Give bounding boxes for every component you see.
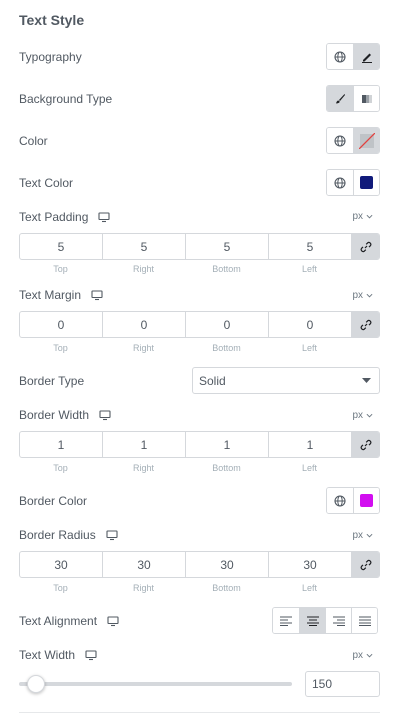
- brush-icon[interactable]: [327, 86, 353, 111]
- padding-top-input[interactable]: 5: [20, 234, 103, 259]
- color-controls: [326, 127, 380, 154]
- align-right-icon[interactable]: [325, 608, 351, 633]
- radius-left-input[interactable]: 30: [269, 552, 352, 577]
- text-width-unit[interactable]: px: [352, 650, 373, 661]
- text-width-slider[interactable]: [19, 682, 292, 686]
- text-width-label: Text Width: [19, 646, 97, 664]
- background-type-controls: [326, 85, 380, 112]
- link-icon[interactable]: [352, 234, 379, 259]
- border-color-label: Border Color: [19, 494, 88, 508]
- chevron-down-icon: [366, 413, 373, 418]
- border-width-right-input[interactable]: 1: [103, 432, 186, 457]
- radius-right-input[interactable]: 30: [103, 552, 186, 577]
- globe-icon[interactable]: [327, 128, 353, 153]
- globe-icon[interactable]: [327, 488, 353, 513]
- border-width-label: Border Width: [19, 406, 111, 424]
- radius-bottom-input[interactable]: 30: [186, 552, 269, 577]
- border-type-label: Border Type: [19, 374, 85, 388]
- desktop-icon[interactable]: [85, 649, 97, 661]
- padding-bottom-input[interactable]: 5: [186, 234, 269, 259]
- border-width-captions: Top Right Bottom Left: [53, 463, 317, 473]
- pencil-icon[interactable]: [353, 44, 379, 69]
- link-icon[interactable]: [352, 312, 379, 337]
- align-center-icon[interactable]: [299, 608, 325, 633]
- border-color-picker[interactable]: [353, 488, 379, 513]
- text-margin-unit[interactable]: px: [352, 290, 373, 301]
- text-color-label: Text Color: [19, 176, 74, 190]
- desktop-icon[interactable]: [99, 409, 111, 421]
- background-type-label: Background Type: [19, 92, 113, 106]
- border-width-top-input[interactable]: 1: [20, 432, 103, 457]
- border-width-bottom-input[interactable]: 1: [186, 432, 269, 457]
- align-justify-icon[interactable]: [351, 608, 377, 633]
- typography-controls: [326, 43, 380, 70]
- align-left-icon[interactable]: [273, 608, 299, 633]
- border-radius-unit[interactable]: px: [352, 530, 373, 541]
- text-padding-inputs: 5 5 5 5: [19, 233, 380, 260]
- text-padding-captions: Top Right Bottom Left: [53, 264, 317, 274]
- text-width-input[interactable]: 150: [305, 671, 380, 697]
- typography-label: Typography: [19, 50, 82, 64]
- radius-top-input[interactable]: 30: [20, 552, 103, 577]
- text-color-controls: [326, 169, 380, 196]
- section-divider: [19, 712, 380, 713]
- chevron-down-icon: [366, 214, 373, 219]
- globe-icon[interactable]: [327, 44, 353, 69]
- border-radius-inputs: 30 30 30 30: [19, 551, 380, 578]
- desktop-icon[interactable]: [91, 289, 103, 301]
- color-label: Color: [19, 134, 48, 148]
- chevron-down-icon: [366, 653, 373, 658]
- margin-left-input[interactable]: 0: [269, 312, 352, 337]
- margin-bottom-input[interactable]: 0: [186, 312, 269, 337]
- border-width-inputs: 1 1 1 1: [19, 431, 380, 458]
- padding-right-input[interactable]: 5: [103, 234, 186, 259]
- text-margin-label: Text Margin: [19, 286, 103, 304]
- link-icon[interactable]: [352, 432, 379, 457]
- border-radius-label: Border Radius: [19, 526, 118, 544]
- text-color-picker[interactable]: [353, 170, 379, 195]
- gradient-icon[interactable]: [353, 86, 379, 111]
- border-type-select[interactable]: Solid: [192, 367, 380, 394]
- border-width-unit[interactable]: px: [352, 410, 373, 421]
- border-color-controls: [326, 487, 380, 514]
- text-padding-label: Text Padding: [19, 208, 110, 226]
- text-margin-captions: Top Right Bottom Left: [53, 343, 317, 353]
- color-picker-empty-swatch[interactable]: [353, 128, 379, 153]
- text-color-swatch: [360, 176, 373, 189]
- desktop-icon[interactable]: [107, 615, 119, 627]
- desktop-icon[interactable]: [98, 211, 110, 223]
- link-icon[interactable]: [352, 552, 379, 577]
- border-radius-captions: Top Right Bottom Left: [53, 583, 317, 593]
- caret-down-icon: [362, 378, 371, 383]
- globe-icon[interactable]: [327, 170, 353, 195]
- text-padding-unit[interactable]: px: [352, 211, 373, 222]
- chevron-down-icon: [366, 533, 373, 538]
- chevron-down-icon: [366, 293, 373, 298]
- desktop-icon[interactable]: [106, 529, 118, 541]
- margin-top-input[interactable]: 0: [20, 312, 103, 337]
- border-width-left-input[interactable]: 1: [269, 432, 352, 457]
- section-title: Text Style: [19, 12, 85, 28]
- margin-right-input[interactable]: 0: [103, 312, 186, 337]
- text-margin-inputs: 0 0 0 0: [19, 311, 380, 338]
- text-width-slider-handle[interactable]: [26, 675, 45, 693]
- border-color-swatch: [360, 494, 373, 507]
- text-alignment-controls: [272, 607, 378, 634]
- text-alignment-label: Text Alignment: [19, 612, 119, 630]
- padding-left-input[interactable]: 5: [269, 234, 352, 259]
